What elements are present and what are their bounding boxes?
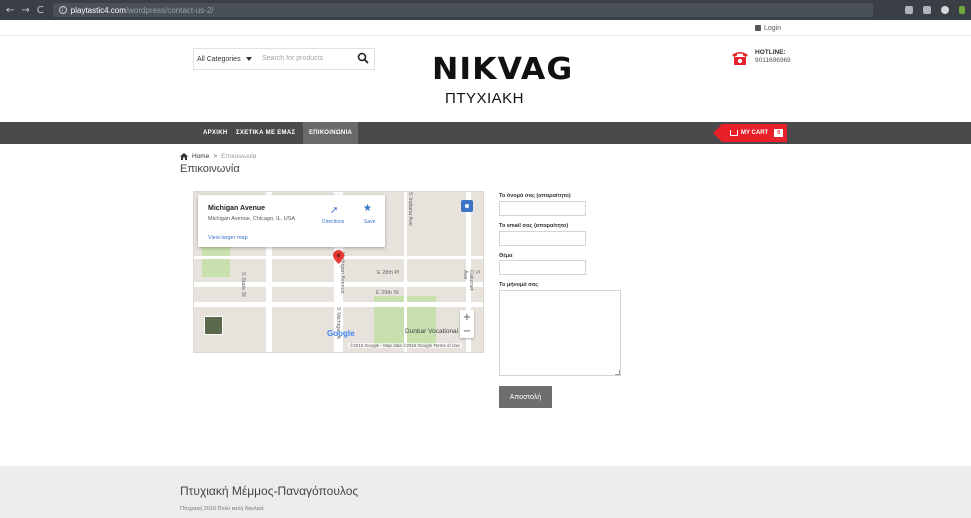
email-field[interactable] (499, 231, 586, 246)
pegman-icon[interactable]: ☻ (461, 200, 473, 212)
submit-button[interactable]: Αποστολή (499, 386, 552, 408)
lock-icon (755, 25, 761, 31)
resize-handle[interactable] (615, 370, 620, 375)
login-label: Login (764, 24, 782, 32)
breadcrumb: Home > Επικοινωνία (180, 153, 256, 160)
translate-icon[interactable] (905, 6, 913, 14)
zoom-out-button[interactable]: − (460, 324, 474, 338)
map-zoom-control: + − (460, 310, 474, 338)
footer-title: Πτυχιακή Μέμμος-Παναγόπουλος (180, 484, 359, 498)
breadcrumb-home[interactable]: Home (192, 153, 209, 160)
breadcrumb-separator: > (213, 153, 218, 160)
directions-link[interactable]: Directions (322, 219, 344, 225)
save-link[interactable]: Save (364, 219, 375, 225)
info-icon[interactable]: i (58, 6, 67, 14)
message-label: Το μήνυμά σας (499, 282, 539, 288)
cart-arrow (713, 124, 722, 142)
satellite-thumbnail[interactable] (204, 316, 223, 335)
street-label: S Calumet Ave (462, 270, 480, 291)
subject-field[interactable] (499, 260, 586, 275)
map-pin-icon[interactable] (333, 250, 344, 264)
category-select[interactable]: All Categories (193, 50, 253, 68)
reload-icon[interactable]: C (37, 5, 44, 16)
extension-icon[interactable] (941, 6, 949, 14)
name-field[interactable] (499, 201, 586, 216)
directions-icon[interactable]: ➚ (330, 205, 338, 216)
home-icon[interactable] (180, 153, 188, 160)
forward-icon[interactable]: → (21, 5, 29, 16)
google-logo: Google (327, 329, 355, 338)
basket-icon (730, 130, 738, 136)
street-label: S Indiana Ave (407, 192, 413, 226)
site-logo[interactable]: NIKVAG (432, 52, 573, 87)
place-address: Michigan Avenue, Chicago, IL, USA (208, 216, 296, 222)
divider (0, 35, 971, 36)
url-path: /wordpress/contact-us-2/ (125, 5, 214, 15)
browser-toolbar: ← → C i playtastic4.com /wordpress/conta… (0, 0, 971, 20)
address-bar[interactable]: i playtastic4.com /wordpress/contact-us-… (52, 3, 873, 17)
nav-item-about[interactable]: ΣΧΕΤΙΚΑ ΜΕ ΕΜΑΣ (236, 122, 295, 144)
nav-item-home[interactable]: ΑΡΧΙΚΗ (203, 122, 227, 144)
map-info-card: Michigan Avenue Michigan Avenue, Chicago… (198, 195, 385, 247)
street-label: E 28th Pl (377, 270, 400, 276)
nav-item-contact[interactable]: ΕΠΙΚΟΙΝΩΝΙΑ (303, 122, 359, 144)
view-larger-map-link[interactable]: View larger map (208, 235, 248, 241)
email-label: Το email σας (απαραίτητο) (499, 223, 569, 229)
category-select-value: All Categories (197, 55, 241, 63)
login-link[interactable]: Login (755, 21, 781, 35)
url-domain: playtastic4.com (70, 5, 126, 15)
back-icon[interactable]: ← (6, 5, 14, 16)
street-label: S State St (240, 272, 246, 297)
message-field[interactable] (499, 290, 621, 376)
android-icon[interactable] (959, 6, 965, 14)
footer (0, 466, 971, 518)
breadcrumb-current: Επικοινωνία (221, 153, 257, 160)
cart-count-badge: 0 (774, 129, 784, 137)
search-icon[interactable] (357, 52, 369, 64)
cart-label: MY CART (741, 130, 769, 136)
map-attribution: ©2016 Google · Map data ©2016 Google Ter… (348, 343, 462, 348)
place-name: Michigan Avenue (208, 205, 266, 212)
hotline-label: HOTLINE: (755, 49, 786, 56)
search-input[interactable] (262, 51, 352, 65)
street-label: E 29th St (376, 290, 399, 296)
star-icon[interactable] (923, 6, 931, 14)
phone-icon (732, 52, 748, 65)
cart-button[interactable]: MY CART 0 (722, 124, 788, 142)
subject-label: Θέμα (499, 253, 513, 259)
chevron-down-icon (245, 57, 252, 61)
map-poi-label: Dunbar Vocational (405, 328, 459, 335)
page-title: Επικοινωνία (180, 163, 240, 175)
name-label: Το όνομά σας (απαραίτητο) (499, 193, 571, 199)
zoom-in-button[interactable]: + (460, 310, 474, 324)
hotline-number: 9011696969 (755, 57, 791, 64)
main-nav (0, 122, 971, 144)
site-tagline: ΠΤΥΧΙΑΚΗ (445, 90, 525, 107)
footer-copyright: Πτυχιακή 2016 Πολύ καλή δουλειά (180, 506, 264, 512)
star-icon[interactable]: ★ (363, 203, 372, 214)
